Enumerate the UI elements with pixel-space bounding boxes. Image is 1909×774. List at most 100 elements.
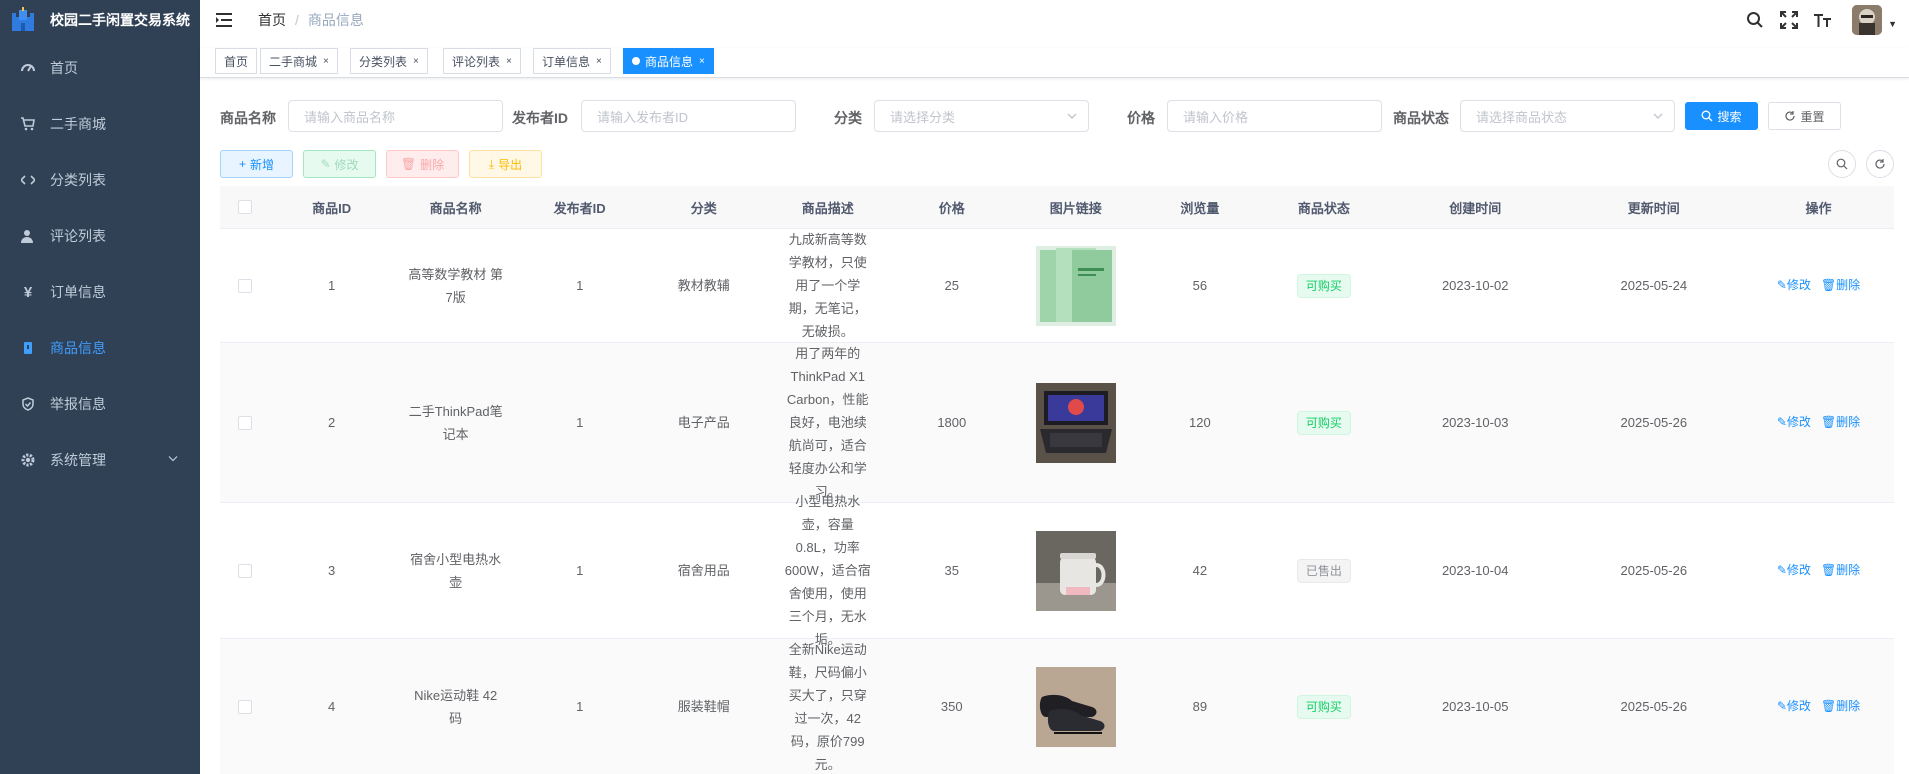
search-icon [1836, 158, 1848, 170]
avatar-caret-icon[interactable]: ▼ [1888, 19, 1897, 29]
cell-id-text: 4 [328, 699, 336, 714]
tag-goods[interactable]: 商品信息 × [623, 48, 714, 74]
tag-comment[interactable]: 评论列表 × [443, 48, 521, 74]
category-select[interactable]: 请选择分类 [874, 100, 1089, 132]
close-icon[interactable]: × [596, 56, 602, 67]
search-icon[interactable] [1746, 11, 1764, 29]
tag-mall[interactable]: 二手商城 × [260, 48, 338, 74]
cell-created: 2023-10-02 [1441, 278, 1509, 293]
sidebar: 校园二手闲置交易系统 首页二手商城 分类列表 评论列表 ¥ 订单信息商品信息举报信息 系统… [0, 0, 200, 774]
row-edit-button[interactable]: ✎修改 [1777, 411, 1811, 434]
export-button[interactable]: ⤓ 导出 [469, 150, 542, 178]
plus-icon: + [238, 157, 246, 171]
logo: 校园二手闲置交易系统 [0, 0, 200, 40]
cell-price-text: 350 [940, 699, 963, 714]
product-thumbnail[interactable] [1014, 382, 1138, 463]
sidebar-item-4[interactable]: ¥ 订单信息 [0, 264, 200, 320]
cell-category-text: 服装鞋帽 [677, 699, 730, 714]
cell-actions: ✎修改 🗑删除 [1743, 274, 1894, 297]
sidebar-item-6[interactable]: 举报信息 [0, 376, 200, 432]
product-thumbnail[interactable] [1014, 666, 1138, 747]
font-size-icon[interactable] [1814, 11, 1832, 29]
fullscreen-icon[interactable] [1780, 11, 1799, 29]
cell-publisher: 1 [518, 695, 642, 718]
sidebar-item-1[interactable]: 二手商城 [0, 96, 200, 152]
close-icon[interactable]: × [699, 56, 705, 67]
tag-home[interactable]: 首页 [215, 48, 258, 74]
cell-name: Nike运动鞋 42码 [394, 684, 518, 730]
row-delete-button[interactable]: 🗑删除 [1821, 274, 1860, 297]
chevron-down-icon [1067, 113, 1077, 119]
price-input[interactable]: 请输入价格 [1167, 100, 1382, 132]
row-edit-button[interactable]: ✎修改 [1777, 559, 1811, 582]
sidebar-item-label: 商品信息 [50, 340, 106, 356]
edit-button[interactable]: ✎ 修改 [303, 150, 376, 178]
status-select[interactable]: 请选择商品状态 [1460, 100, 1675, 132]
cell-name: 二手ThinkPad笔记本 [394, 400, 518, 446]
product-thumbnail[interactable] [1014, 530, 1138, 611]
cell-publisher-text: 1 [576, 415, 584, 430]
sidebar-item-5[interactable]: 商品信息 [0, 320, 200, 376]
cell-image [1014, 382, 1138, 463]
cell-id-text: 3 [328, 563, 336, 578]
sidebar-item-7[interactable]: 系统管理 [0, 432, 200, 488]
row-edit-button[interactable]: ✎修改 [1777, 274, 1811, 297]
add-button[interactable]: + 新增 [220, 150, 293, 178]
row-edit-button[interactable]: ✎修改 [1777, 695, 1811, 718]
toggle-search-button[interactable] [1828, 150, 1856, 178]
refresh-button[interactable] [1866, 150, 1894, 178]
status-label: 商品状态 [1393, 110, 1449, 126]
breadcrumb-current: 商品信息 [307, 12, 364, 28]
sidebar-item-label: 首页 [50, 60, 78, 76]
row-checkbox[interactable] [220, 415, 270, 430]
sidebar-item-label: 订单信息 [50, 284, 106, 300]
sidebar-item-2[interactable]: 分类列表 [0, 152, 200, 208]
row-checkbox[interactable] [220, 278, 270, 293]
close-icon[interactable]: × [413, 56, 419, 67]
cell-status: 可购买 [1262, 694, 1386, 719]
cell-publisher: 1 [518, 411, 642, 434]
price-label: 价格 [1127, 110, 1155, 126]
publisher-input[interactable]: 请输入发布者ID [581, 100, 796, 132]
row-edit-label: 修改 [1786, 278, 1811, 292]
cell-price-text: 35 [944, 563, 960, 578]
cell-description: 九成新高等数学教材，只使用了一个学期，无笔记，无破损。 [766, 228, 890, 343]
sidebar-item-0[interactable]: 首页 [0, 40, 200, 96]
export-label: 导出 [498, 157, 523, 172]
row-checkbox[interactable] [220, 563, 270, 578]
status-placeholder: 请选择商品状态 [1476, 109, 1568, 125]
sidebar-item-3[interactable]: 评论列表 [0, 208, 200, 264]
tag-label: 二手商城 [269, 54, 318, 69]
row-delete-button[interactable]: 🗑删除 [1821, 695, 1860, 718]
table-row: 2 二手ThinkPad笔记本 1 电子产品 用了两年的ThinkPad X1 Carb… [220, 343, 1894, 503]
cell-created: 2023-10-04 [1441, 563, 1509, 578]
cell-views: 120 [1188, 415, 1211, 430]
close-icon[interactable]: × [506, 56, 512, 67]
row-checkbox[interactable] [220, 699, 270, 714]
cell-updated: 2025-05-26 [1620, 563, 1688, 578]
name-input[interactable]: 请输入商品名称 [288, 100, 503, 132]
row-delete-button[interactable]: 🗑删除 [1821, 411, 1860, 434]
reset-button[interactable]: 重置 [1768, 102, 1841, 130]
cart-icon [20, 116, 36, 132]
select-all-checkbox[interactable] [220, 200, 270, 214]
delete-button[interactable]: 🗑 删除 [386, 150, 459, 178]
column-header: 商品ID [312, 200, 352, 216]
tag-category[interactable]: 分类列表 × [350, 48, 428, 74]
tag-label: 首页 [224, 54, 249, 69]
table-header: 商品ID 商品名称 发布者ID 分类 商品描述 价格 图片链接 浏览量 商品状态 创建时间 更新时间… [220, 186, 1894, 229]
breadcrumb-home[interactable]: 首页 [258, 10, 286, 30]
hamburger-icon[interactable] [216, 12, 236, 28]
close-icon[interactable]: × [323, 56, 329, 67]
goods-icon [20, 340, 36, 356]
product-thumbnail[interactable] [1014, 245, 1138, 326]
avatar[interactable] [1852, 5, 1883, 35]
cell-description-text: 九成新高等数学教材，只使用了一个学期，无笔记，无破损。 [788, 232, 867, 339]
table-body: 1 高等数学教材 第7版 1 教材教辅 九成新高等数学教材，只使用了一个学期，无笔记，无… [220, 229, 1894, 774]
row-delete-button[interactable]: 🗑删除 [1821, 559, 1860, 582]
tag-order[interactable]: 订单信息 × [533, 48, 611, 74]
add-label: 新增 [250, 157, 275, 172]
column-header: 分类 [690, 200, 717, 216]
cell-views: 89 [1192, 699, 1208, 714]
search-button[interactable]: 搜索 [1685, 102, 1758, 130]
